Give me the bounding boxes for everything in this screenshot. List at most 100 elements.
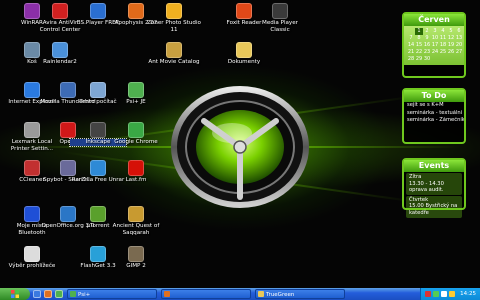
desktop-icon-label: Ancient Quest of Saqqarah: [112, 223, 160, 236]
calendar-day[interactable]: 28: [407, 56, 415, 63]
desktop-icon-label: Last.fm: [125, 177, 147, 183]
calendar-gadget[interactable]: Červen 1 2 3 4 5 6 7 8 9 10 11 12 13 14 15 16 17 18 19 20 21…: [402, 12, 466, 78]
calendar-day[interactable]: 13: [455, 35, 463, 42]
todo-gadget[interactable]: To Do sejít se s K+M seminárka - textuáln…: [402, 88, 466, 144]
calendar-day: [447, 56, 455, 63]
calendar-day[interactable]: 15: [415, 42, 423, 49]
desktop-icon-label: Ant Movie Catalog: [148, 59, 200, 65]
quicklaunch-utorrent-icon[interactable]: [55, 290, 63, 298]
foxit-icon: [236, 3, 252, 19]
calendar-day[interactable]: 29: [415, 56, 423, 63]
taskbar-button-label: TrueGreen: [266, 292, 295, 298]
quicklaunch-firefox-icon[interactable]: [44, 290, 52, 298]
calendar-day: [455, 56, 463, 63]
taskbar-button-label: Psi+: [78, 292, 91, 298]
lexmark-printer-icon: [24, 122, 40, 138]
saqqarah-icon: [128, 206, 144, 222]
folder-icon: [258, 291, 264, 297]
ant-movie-icon: [166, 42, 182, 58]
desktop-icon-lastfm[interactable]: Last.fm: [108, 160, 164, 184]
my-computer-icon: [90, 82, 106, 98]
calendar-day[interactable]: 11: [439, 35, 447, 42]
calendar-day: [431, 56, 439, 63]
tray-network-icon[interactable]: [433, 291, 440, 297]
calendar-day[interactable]: 9: [423, 35, 431, 42]
todo-item[interactable]: seminárka - textuální ana: [404, 110, 464, 118]
desktop-icon-label: Výběr prohlížeče: [8, 263, 56, 269]
calendar-day[interactable]: 5: [447, 28, 455, 35]
calendar-day[interactable]: 30: [423, 56, 431, 63]
gimp-icon: [128, 246, 144, 262]
calendar-month-title: Červen: [404, 14, 464, 26]
calendar-day[interactable]: 18: [439, 42, 447, 49]
desktop-icon-label: Dokumenty: [227, 59, 261, 65]
calendar-day[interactable]: 7: [407, 35, 415, 42]
todo-item[interactable]: seminárka - Zámečník: [404, 117, 464, 125]
clock[interactable]: 14:25: [460, 291, 476, 297]
lastfm-icon: [128, 160, 144, 176]
event-text: 13.30 - 14.30 oprava audit.: [409, 180, 444, 194]
desktop: WinRAR Avira AntiVir Control Center BS.Pla…: [0, 0, 480, 288]
desktop-icon-chrome[interactable]: Google Chrome: [108, 122, 164, 146]
calendar-day[interactable]: 22: [415, 49, 423, 56]
calendar-day[interactable]: 19: [447, 42, 455, 49]
calendar-day[interactable]: 23: [423, 49, 431, 56]
desktop-icon-psi[interactable]: Psi+ JE: [108, 82, 164, 106]
utorrent-icon: [90, 206, 106, 222]
rainlendar-icon: [52, 42, 68, 58]
tray-update-icon[interactable]: [449, 291, 456, 297]
desktop-icon-saqqarah[interactable]: Ancient Quest of Saqqarah: [108, 206, 164, 236]
event-day: Zítra: [409, 174, 422, 180]
quicklaunch-show-desktop-icon[interactable]: [33, 290, 41, 298]
calendar-day[interactable]: 20: [455, 42, 463, 49]
psi-icon: [128, 82, 144, 98]
taskbar-button[interactable]: [161, 289, 251, 299]
event-item[interactable]: Čtvrtek 15.00 Bystřický na katedře: [406, 195, 462, 218]
calendar-day[interactable]: 1: [415, 28, 423, 35]
taskbar-button[interactable]: Psi+: [67, 289, 157, 299]
taskbar-button[interactable]: TrueGreen: [255, 289, 345, 299]
flashget-icon: [90, 246, 106, 262]
event-item[interactable]: Zítra 13.30 - 14.30 oprava audit.: [406, 173, 462, 195]
desktop-icon-rainlendar[interactable]: Rainlendar2: [32, 42, 88, 66]
wallpaper-emblem: [171, 86, 309, 208]
internet-explorer-icon: [24, 82, 40, 98]
calendar-day[interactable]: 6: [455, 28, 463, 35]
windows-logo-icon: [11, 290, 19, 298]
tray-antivirus-icon[interactable]: [425, 291, 432, 297]
desktop-icon-ant-movie[interactable]: Ant Movie Catalog: [146, 42, 202, 66]
zoner-icon: [166, 3, 182, 19]
calendar-day[interactable]: 4: [439, 28, 447, 35]
calendar-day[interactable]: 10: [431, 35, 439, 42]
calendar-day[interactable]: 2: [423, 28, 431, 35]
desktop-icon-browser-choice[interactable]: Výběr prohlížeče: [4, 246, 60, 270]
calendar-day[interactable]: 17: [431, 42, 439, 49]
desktop-icon-gimp[interactable]: GIMP 2: [108, 246, 164, 270]
calendar-day[interactable]: 25: [439, 49, 447, 56]
start-button[interactable]: [0, 288, 30, 300]
calendar-day[interactable]: 16: [423, 42, 431, 49]
apophysis-icon: [128, 3, 144, 19]
calendar-day[interactable]: 3: [431, 28, 439, 35]
system-tray: 14:25: [420, 288, 480, 300]
todo-title: To Do: [404, 90, 464, 102]
calendar-day[interactable]: 24: [431, 49, 439, 56]
calendar-day[interactable]: 21: [407, 49, 415, 56]
ccleaner-icon: [24, 160, 40, 176]
desktop-icon-zoner[interactable]: Zoner Photo Studio 11: [146, 3, 202, 33]
browser-choice-icon: [24, 246, 40, 262]
events-gadget[interactable]: Events Zítra 13.30 - 14.30 oprava audit. Č…: [402, 158, 466, 218]
calendar-day: [439, 56, 447, 63]
desktop-icon-mpc[interactable]: Media Player Classic: [252, 3, 308, 33]
calendar-day[interactable]: 27: [455, 49, 463, 56]
bluetooth-icon: [24, 206, 40, 222]
calendar-day[interactable]: 12: [447, 35, 455, 42]
calendar-day[interactable]: 14: [407, 42, 415, 49]
todo-item[interactable]: sejít se s K+M: [404, 102, 464, 110]
calendar-day[interactable]: 8: [415, 35, 423, 42]
calendar-day[interactable]: 26: [447, 49, 455, 56]
desktop-icon-label: Psi+ JE: [126, 99, 146, 105]
desktop-icon-documents-folder[interactable]: Dokumenty: [216, 42, 272, 66]
calendar-grid: 1 2 3 4 5 6 7 8 9 10 11 12 13 14 15 16 17 18 19 20 21 22 23 24 2…: [404, 26, 464, 65]
tray-volume-icon[interactable]: [441, 291, 448, 297]
